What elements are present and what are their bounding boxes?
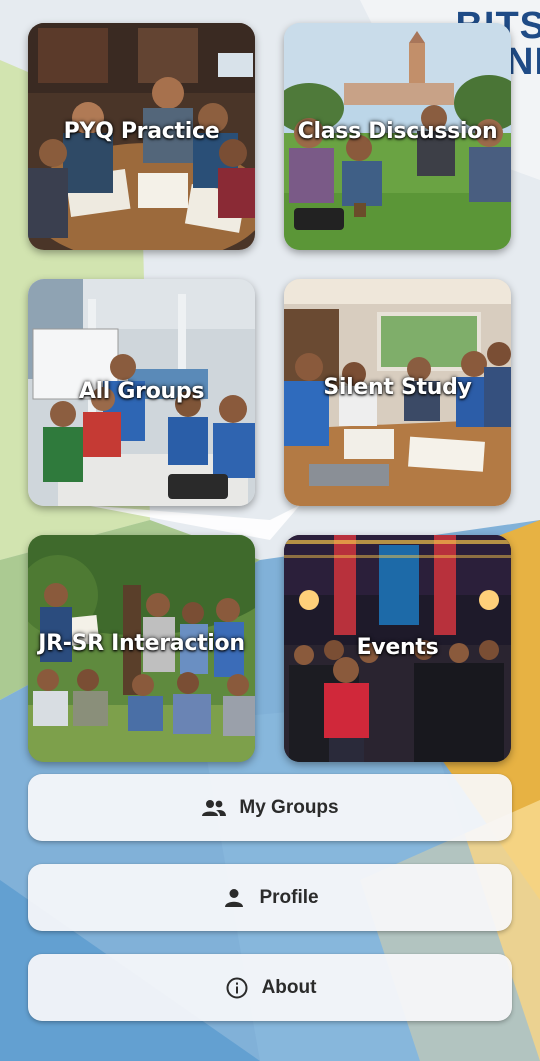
tile-label: Class Discussion (297, 119, 498, 144)
group-icon (201, 795, 227, 821)
tile-jr-sr-interaction[interactable]: JR-SR Interaction (28, 535, 255, 762)
profile-label: Profile (259, 886, 319, 908)
my-groups-button[interactable]: My Groups (28, 774, 512, 841)
tile-events[interactable]: Events (284, 535, 511, 762)
tile-label: Silent Study (323, 375, 472, 400)
tile-label: JR-SR Interaction (38, 631, 245, 656)
tile-all-groups[interactable]: All Groups (28, 279, 255, 506)
info-icon (224, 975, 250, 1001)
category-grid: PYQ Practice Class Discussion All Groups… (28, 23, 512, 762)
tile-class-discussion[interactable]: Class Discussion (284, 23, 511, 250)
my-groups-label: My Groups (239, 796, 339, 818)
tile-pyq-practice[interactable]: PYQ Practice (28, 23, 255, 250)
tile-label: All Groups (78, 379, 205, 404)
tile-silent-study[interactable]: Silent Study (284, 279, 511, 506)
profile-button[interactable]: Profile (28, 864, 512, 931)
tile-label: Events (356, 635, 439, 660)
person-icon (221, 885, 247, 911)
tile-label: PYQ Practice (63, 119, 220, 144)
about-button[interactable]: About (28, 954, 512, 1021)
about-label: About (261, 976, 317, 998)
